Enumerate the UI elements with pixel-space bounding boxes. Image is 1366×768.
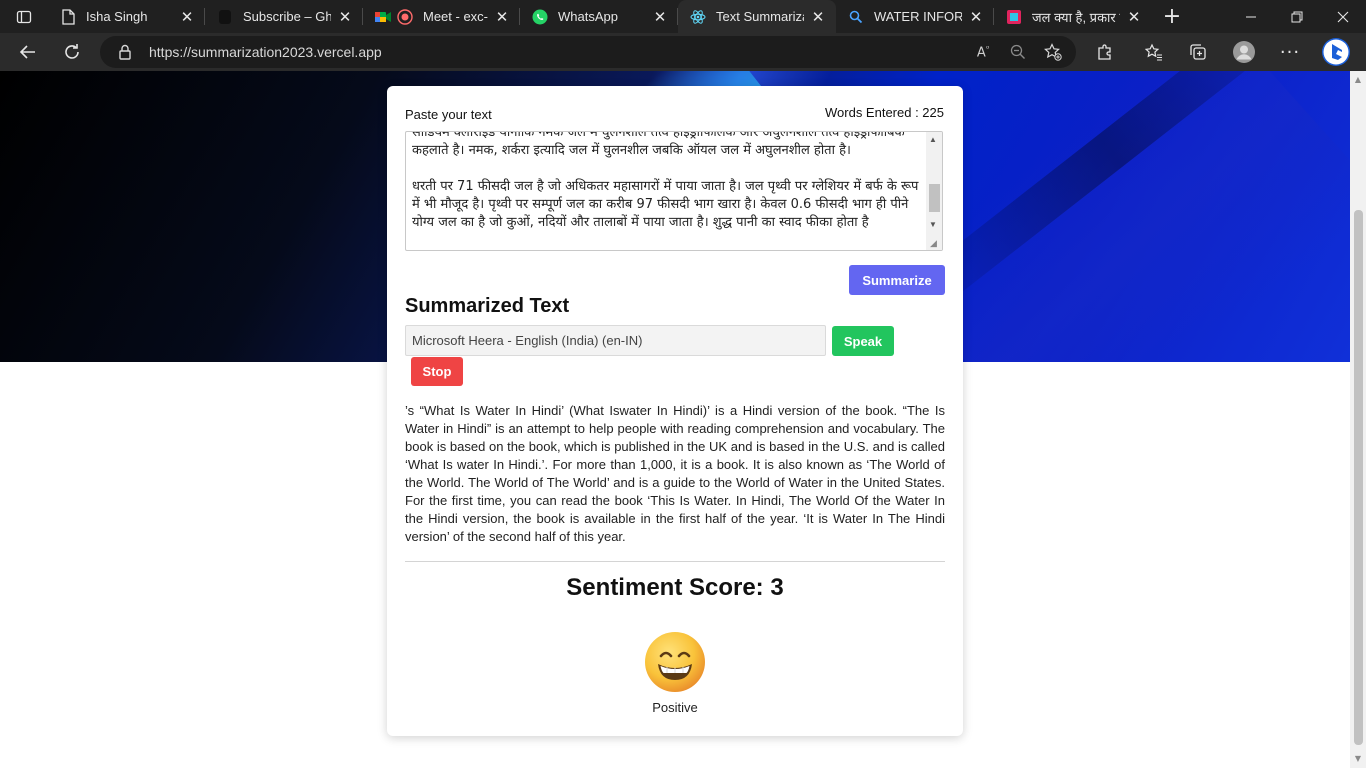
close-tab-icon[interactable]: ✕ (968, 8, 984, 26)
react-icon (690, 9, 706, 25)
tab-4[interactable]: Text Summarizatio ✕ (678, 0, 836, 33)
tab-6[interactable]: जल क्या है, प्रकार व ✕ (994, 0, 1152, 33)
tab-title: Text Summarizatio (716, 9, 804, 24)
lock-icon[interactable] (110, 36, 140, 68)
ghost-icon (217, 9, 233, 25)
document-icon (60, 8, 76, 25)
collections-button[interactable] (1180, 33, 1216, 71)
text-input-area[interactable]: सोडियम क्लोराइड यानीकि नमक जल में घुलनशी… (405, 131, 943, 251)
tab-title: WATER INFORMA (874, 9, 962, 24)
favorites-button[interactable] (1136, 33, 1172, 71)
close-tab-icon[interactable]: ✕ (810, 8, 826, 26)
url-text[interactable]: https://summarization2023.vercel.app (149, 44, 382, 60)
zoom-out-icon[interactable] (1003, 36, 1033, 68)
back-button[interactable] (10, 33, 46, 71)
sentiment-score: Sentiment Score: 3 (566, 574, 784, 601)
close-window-button[interactable] (1320, 0, 1366, 33)
recording-icon (397, 8, 413, 25)
close-icon (1337, 11, 1349, 22)
tab-title: Meet - exc-b (423, 9, 488, 24)
tab-strip: Isha Singh ✕ Subscribe – Ghost ✕ Meet - … (0, 0, 1366, 33)
scroll-down-arrow-icon[interactable]: ▼ (1353, 754, 1363, 764)
restore-button[interactable] (1274, 0, 1320, 33)
tab-1[interactable]: Subscribe – Ghost ✕ (205, 0, 363, 33)
word-count: Words Entered : 225 (825, 105, 944, 120)
bing-icon (1322, 38, 1350, 66)
tab-title: जल क्या है, प्रकार व (1032, 9, 1120, 25)
tab-5[interactable]: WATER INFORMA ✕ (836, 0, 994, 33)
tab-0[interactable]: Isha Singh ✕ (48, 0, 205, 33)
refresh-button[interactable] (54, 33, 90, 71)
settings-more-button[interactable]: ··· (1272, 33, 1308, 71)
resize-grip-icon[interactable]: ◢ (930, 238, 940, 248)
close-tab-icon[interactable]: ✕ (494, 8, 510, 26)
refresh-icon (65, 44, 79, 59)
address-bar[interactable]: https://summarization2023.vercel.app Aᵅ (100, 36, 1076, 68)
page-scrollbar[interactable]: ▲ ▼ (1350, 71, 1366, 768)
speak-button[interactable]: Speak (832, 326, 894, 356)
scroll-up-arrow-icon[interactable]: ▲ (1353, 75, 1363, 85)
text-input-content[interactable]: सोडियम क्लोराइड यानीकि नमक जल में घुलनशी… (412, 132, 922, 232)
more-icon: ··· (1279, 41, 1301, 63)
close-tab-icon[interactable]: ✕ (1126, 8, 1142, 26)
avatar-icon (1233, 41, 1255, 63)
sentiment-label: Positive (652, 700, 698, 715)
summarized-heading: Summarized Text (405, 295, 570, 317)
extensions-button[interactable] (1087, 33, 1123, 71)
close-tab-icon[interactable]: ✕ (179, 8, 195, 26)
paste-label: Paste your text (405, 107, 492, 122)
minimize-button[interactable] (1228, 0, 1274, 33)
bing-button[interactable] (1318, 33, 1354, 71)
window-controls (1228, 0, 1366, 33)
add-favorite-icon[interactable] (1038, 36, 1068, 68)
close-tab-icon[interactable]: ✕ (337, 8, 353, 26)
voice-select[interactable]: Microsoft Heera - English (India) (en-IN… (405, 325, 826, 356)
tab-2[interactable]: Meet - exc-b ✕ (363, 0, 520, 33)
tab-title: WhatsApp (558, 9, 618, 24)
read-aloud-icon[interactable]: Aᵅ (968, 36, 998, 68)
tab-actions-button[interactable] (0, 0, 48, 33)
tab-title: Isha Singh (86, 9, 148, 24)
tab-actions-icon (16, 10, 32, 23)
favorites-icon (1145, 43, 1162, 61)
site-icon (1006, 9, 1022, 25)
plus-icon: + (1162, 4, 1182, 29)
navigation-bar: https://summarization2023.vercel.app Aᵅ … (0, 33, 1366, 71)
summarizer-card: Paste your text Words Entered : 225 सोडि… (387, 86, 963, 736)
grinning-face-icon (644, 631, 706, 693)
new-tab-button[interactable]: + (1152, 0, 1192, 33)
minimize-icon (1246, 16, 1256, 17)
page-viewport: Paste your text Words Entered : 225 सोडि… (0, 71, 1350, 768)
close-tab-icon[interactable]: ✕ (652, 8, 668, 26)
scroll-down-arrow-icon[interactable]: ▼ (929, 220, 937, 229)
tab-3[interactable]: WhatsApp ✕ (520, 0, 678, 33)
summarize-button[interactable]: Summarize (849, 265, 945, 295)
scroll-up-arrow-icon[interactable]: ▲ (929, 135, 937, 144)
search-icon (848, 9, 864, 25)
textarea-scroll-thumb[interactable] (929, 184, 940, 212)
stop-button[interactable]: Stop (411, 357, 463, 386)
divider (405, 561, 945, 562)
tab-title: Subscribe – Ghost (243, 9, 331, 24)
collections-icon (1190, 44, 1206, 60)
whatsapp-icon (532, 9, 548, 25)
restore-icon (1291, 11, 1303, 22)
page-scroll-thumb[interactable] (1354, 210, 1363, 745)
summary-text: ’s “What Is Water In Hindi’ (What Iswate… (405, 403, 945, 544)
meet-icon (375, 9, 391, 25)
puzzle-icon (1098, 44, 1111, 60)
textarea-scrollbar[interactable]: ▲ ▼ (926, 132, 942, 250)
profile-button[interactable] (1226, 33, 1262, 71)
back-arrow-icon (19, 45, 35, 59)
